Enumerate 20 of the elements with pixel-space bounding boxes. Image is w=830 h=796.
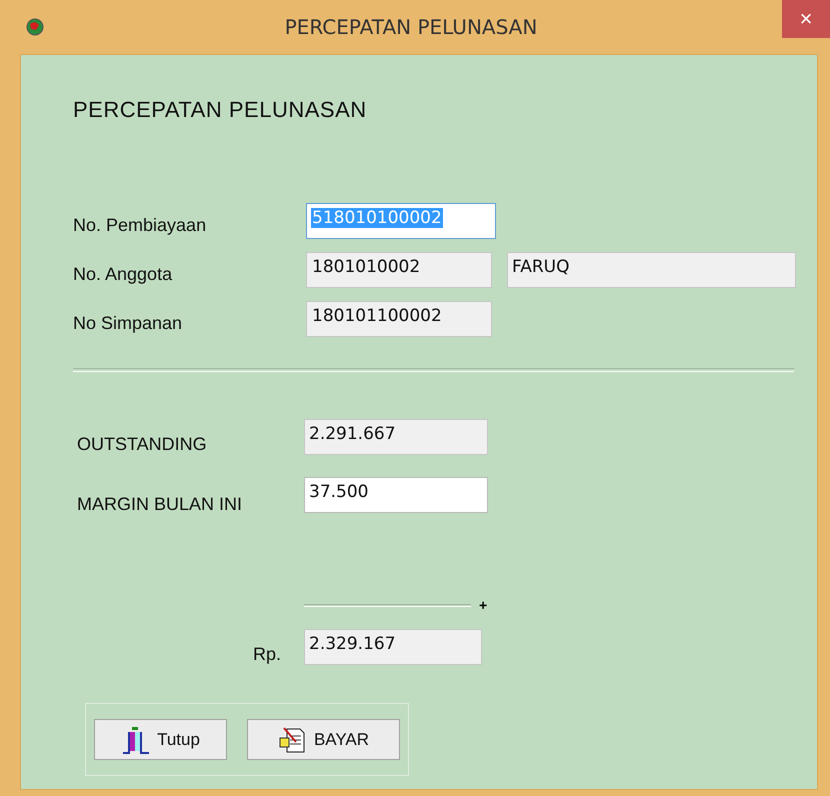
field-label: Rp. [253, 642, 282, 664]
form-heading: PERCEPATAN PELUNASAN [73, 97, 367, 123]
close-button[interactable]: × [782, 0, 830, 38]
globe-icon [26, 18, 44, 36]
input-field[interactable]: 1801010002 [306, 252, 492, 288]
input-field[interactable]: 2.329.167 [304, 629, 482, 665]
field-label: No Simpanan [73, 312, 184, 334]
window-title: PERCEPATAN PELUNASAN [284, 15, 538, 39]
field-label: MARGIN BULAN INI [77, 493, 244, 515]
field-label: OUTSTANDING [77, 432, 208, 454]
input-field[interactable]: FARUQ [507, 252, 796, 288]
field-label: No. Pembiayaan [73, 214, 208, 236]
input-field[interactable]: 37.500 [304, 476, 488, 512]
door-icon [121, 724, 152, 754]
plus-sign: + [479, 597, 488, 613]
input-field[interactable]: 180101100002 [306, 301, 492, 337]
input-field[interactable]: 2.291.667 [304, 419, 488, 455]
toolbar-button[interactable]: Tutup [94, 719, 227, 760]
field-label: No. Anggota [73, 262, 174, 284]
toolbar-button[interactable]: BAYAR [247, 719, 400, 760]
